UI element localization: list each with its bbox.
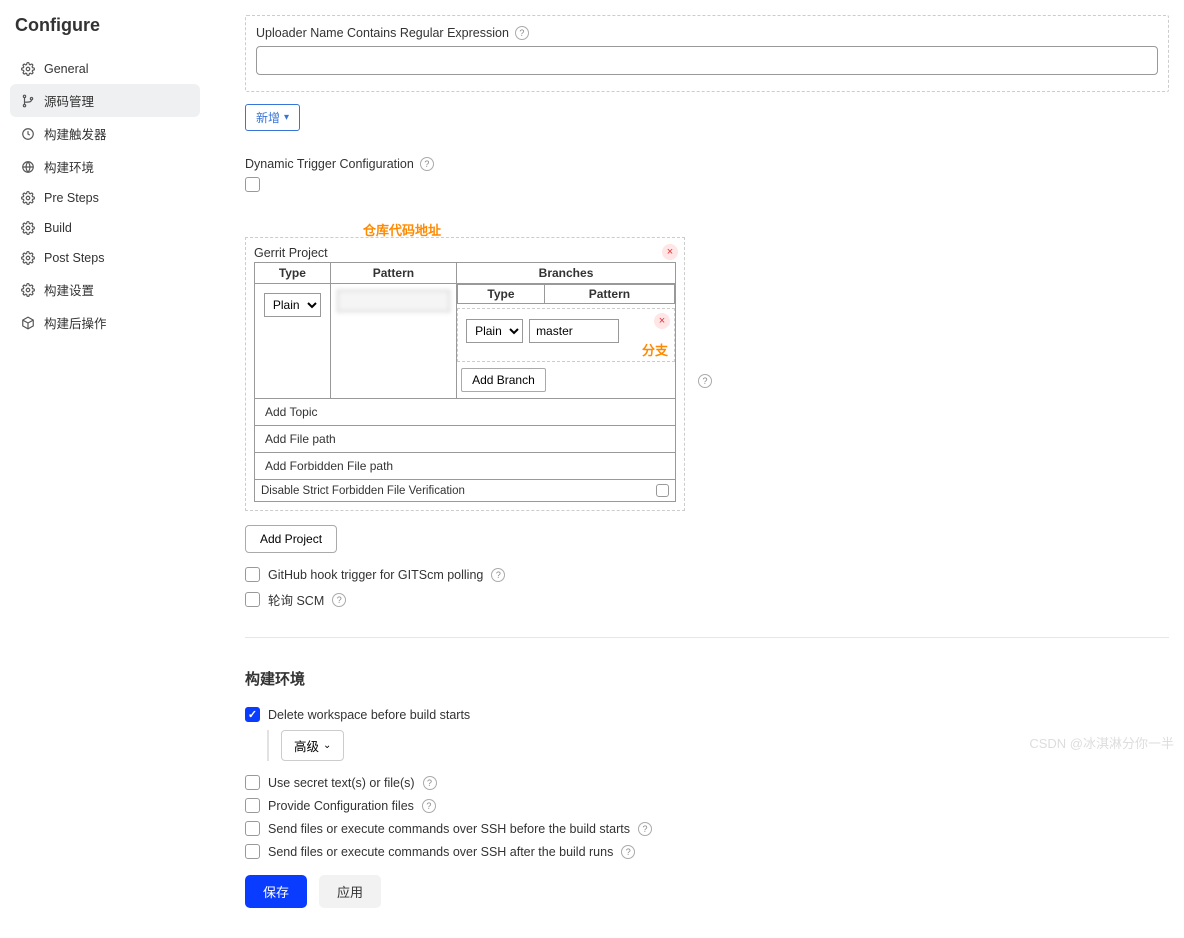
apply-button[interactable]: 应用 bbox=[319, 875, 381, 908]
help-icon[interactable]: ? bbox=[621, 845, 635, 859]
use-secret-checkbox[interactable] bbox=[245, 775, 260, 790]
gerrit-row-button-2[interactable]: Add Forbidden File path bbox=[254, 453, 676, 480]
dyn-trigger-checkbox[interactable] bbox=[245, 177, 260, 192]
add-branch-button[interactable]: Add Branch bbox=[461, 368, 546, 392]
clock-icon bbox=[20, 126, 36, 142]
help-icon[interactable]: ? bbox=[422, 799, 436, 813]
box-icon bbox=[20, 315, 36, 331]
gear-icon bbox=[20, 220, 36, 236]
gerrit-project-box: × Gerrit Project Type Pattern Branches P… bbox=[245, 237, 685, 511]
chevron-down-icon: ▾ bbox=[284, 112, 289, 123]
ssh-after-checkbox[interactable] bbox=[245, 844, 260, 859]
ssh-after-label: Send files or execute commands over SSH … bbox=[268, 845, 613, 859]
add-button[interactable]: 新增 ▾ bbox=[245, 104, 300, 131]
ssh-before-label: Send files or execute commands over SSH … bbox=[268, 822, 630, 836]
close-icon[interactable]: × bbox=[654, 313, 670, 329]
gear-icon bbox=[20, 282, 36, 298]
pattern-input[interactable] bbox=[337, 290, 450, 312]
main-content: Uploader Name Contains Regular Expressio… bbox=[210, 0, 1184, 938]
branch-type-select[interactable]: Plain bbox=[466, 319, 523, 343]
branch-pattern-input[interactable] bbox=[529, 319, 619, 343]
advanced-button[interactable]: 高级 ⌄ bbox=[281, 730, 344, 761]
provide-config-label: Provide Configuration files bbox=[268, 799, 414, 813]
annotation-branch: 分支 bbox=[642, 340, 668, 359]
gerrit-row-button-1[interactable]: Add File path bbox=[254, 426, 676, 453]
sidebar-item-2[interactable]: 构建触发器 bbox=[10, 117, 200, 150]
type-select[interactable]: Plain bbox=[264, 293, 321, 317]
help-icon[interactable]: ? bbox=[423, 776, 437, 790]
sidebar: Configure General源码管理构建触发器构建环境Pre StepsB… bbox=[0, 0, 210, 938]
gear-icon bbox=[20, 61, 36, 77]
save-button[interactable]: 保存 bbox=[245, 875, 307, 908]
sidebar-item-8[interactable]: 构建后操作 bbox=[10, 306, 200, 339]
sidebar-item-6[interactable]: Post Steps bbox=[10, 243, 200, 273]
sidebar-item-4[interactable]: Pre Steps bbox=[10, 183, 200, 213]
dyn-trigger-label: Dynamic Trigger Configuration bbox=[245, 157, 414, 171]
sidebar-item-1[interactable]: 源码管理 bbox=[10, 84, 200, 117]
uploader-label: Uploader Name Contains Regular Expressio… bbox=[256, 26, 509, 40]
github-hook-label: GitHub hook trigger for GITScm polling bbox=[268, 568, 483, 582]
globe-icon bbox=[20, 159, 36, 175]
help-icon[interactable]: ? bbox=[515, 26, 529, 40]
chevron-down-icon: ⌄ bbox=[323, 740, 331, 751]
gear-icon bbox=[20, 250, 36, 266]
use-secret-label: Use secret text(s) or file(s) bbox=[268, 776, 415, 790]
watermark: CSDN @冰淇淋分你一半 bbox=[1029, 733, 1174, 752]
sidebar-item-3[interactable]: 构建环境 bbox=[10, 150, 200, 183]
close-icon[interactable]: × bbox=[662, 244, 678, 260]
branch-box: × Plain 分支 bbox=[457, 308, 675, 362]
gerrit-row-button-0[interactable]: Add Topic bbox=[254, 399, 676, 426]
page-title: Configure bbox=[10, 15, 200, 36]
sidebar-item-5[interactable]: Build bbox=[10, 213, 200, 243]
ssh-before-checkbox[interactable] bbox=[245, 821, 260, 836]
sidebar-item-7[interactable]: 构建设置 bbox=[10, 273, 200, 306]
help-icon[interactable]: ? bbox=[698, 374, 712, 388]
sidebar-item-0[interactable]: General bbox=[10, 54, 200, 84]
build-env-heading: 构建环境 bbox=[245, 668, 1169, 689]
gerrit-title: Gerrit Project bbox=[254, 246, 676, 260]
help-icon[interactable]: ? bbox=[420, 157, 434, 171]
uploader-section: Uploader Name Contains Regular Expressio… bbox=[245, 15, 1169, 92]
help-icon[interactable]: ? bbox=[638, 822, 652, 836]
poll-scm-checkbox[interactable] bbox=[245, 592, 260, 607]
github-hook-checkbox[interactable] bbox=[245, 567, 260, 582]
help-icon[interactable]: ? bbox=[491, 568, 505, 582]
uploader-input[interactable] bbox=[256, 46, 1158, 75]
delete-ws-label: Delete workspace before build starts bbox=[268, 708, 470, 722]
disable-strict-checkbox[interactable] bbox=[656, 484, 669, 497]
gear-icon bbox=[20, 190, 36, 206]
poll-scm-label: 轮询 SCM bbox=[268, 590, 324, 609]
delete-ws-checkbox[interactable]: ✓ bbox=[245, 707, 260, 722]
help-icon[interactable]: ? bbox=[332, 593, 346, 607]
branch-icon bbox=[20, 93, 36, 109]
provide-config-checkbox[interactable] bbox=[245, 798, 260, 813]
disable-strict-row: Disable Strict Forbidden File Verificati… bbox=[254, 480, 676, 502]
add-project-button[interactable]: Add Project bbox=[245, 525, 337, 553]
